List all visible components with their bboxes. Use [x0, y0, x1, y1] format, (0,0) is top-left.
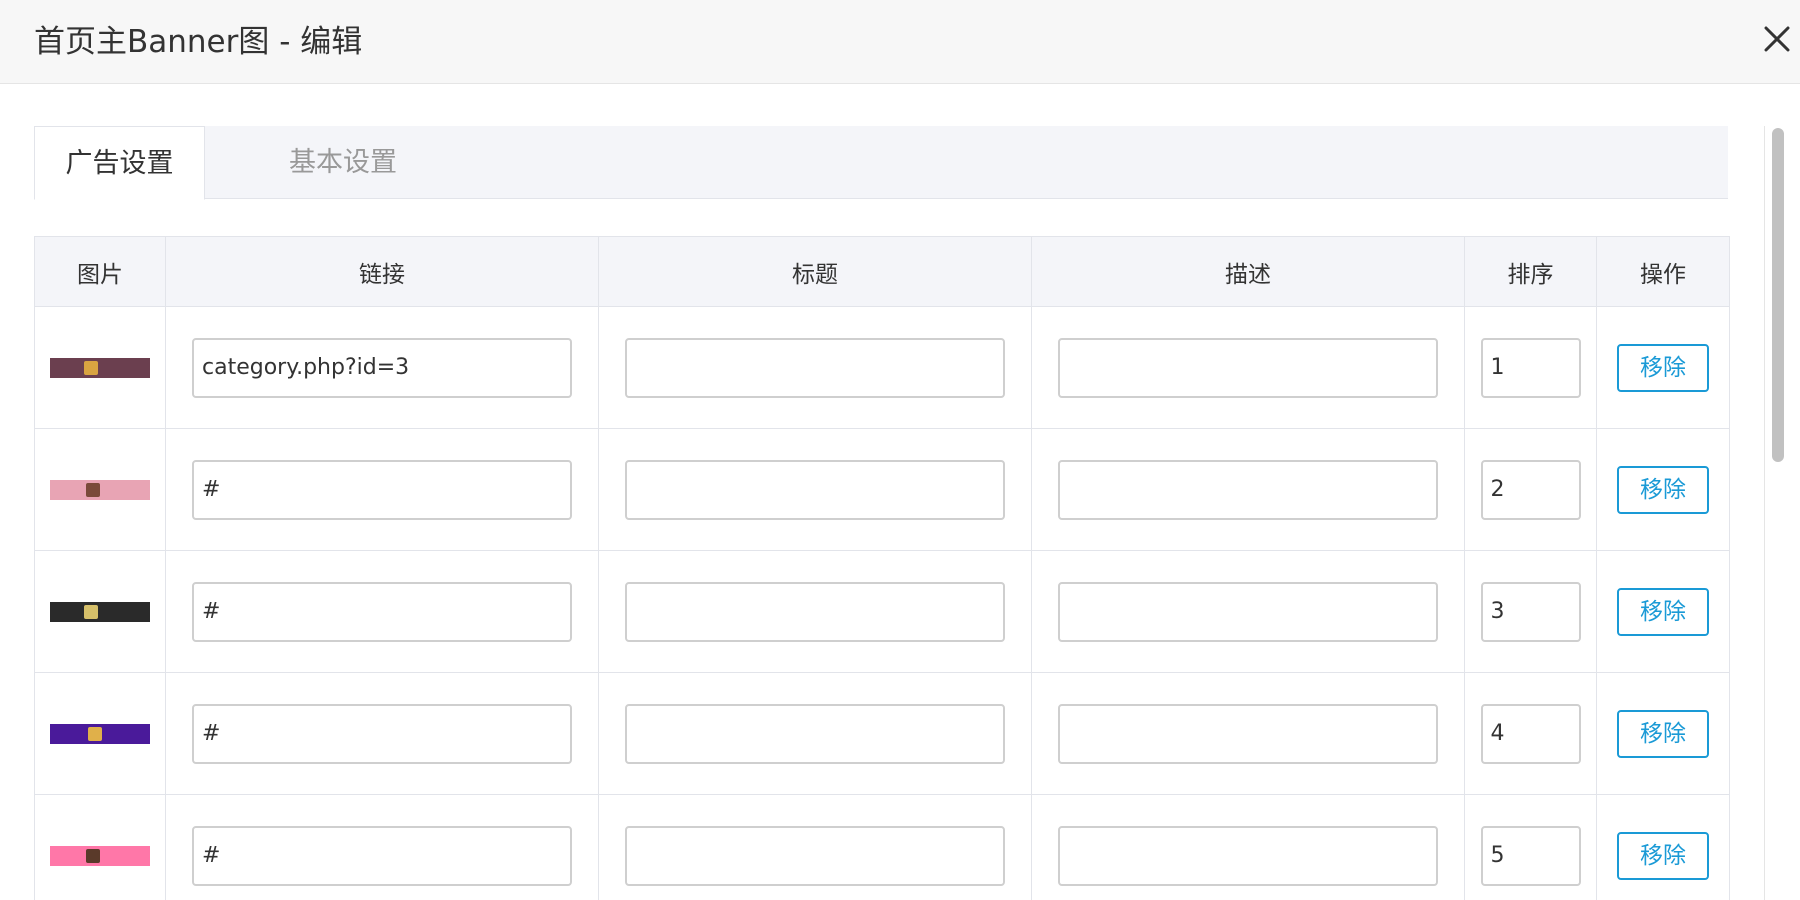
link-input[interactable]	[192, 703, 572, 764]
remove-button[interactable]: 移除	[1617, 709, 1709, 758]
image-cell	[34, 306, 166, 429]
table-row: 移除	[34, 306, 1730, 429]
description-input[interactable]	[1058, 825, 1438, 886]
edit-dialog: 首页主Banner图 - 编辑 广告设置 基本设置 图片 链接 标题 描述 排序…	[0, 0, 1800, 900]
action-cell: 移除	[1596, 550, 1730, 673]
column-header-link: 链接	[165, 236, 599, 307]
table-row: 移除	[34, 794, 1730, 900]
column-header-image: 图片	[34, 236, 166, 307]
sort-input[interactable]	[1480, 703, 1581, 764]
column-header-action: 操作	[1596, 236, 1730, 307]
remove-button[interactable]: 移除	[1617, 587, 1709, 636]
sort-input[interactable]	[1480, 825, 1581, 886]
description-cell	[1031, 428, 1465, 551]
action-cell: 移除	[1596, 794, 1730, 900]
title-input[interactable]	[625, 459, 1005, 520]
title-cell	[598, 550, 1032, 673]
image-cell	[34, 794, 166, 900]
sort-input[interactable]	[1480, 337, 1581, 398]
action-cell: 移除	[1596, 672, 1730, 795]
banner-thumbnail[interactable]	[50, 723, 150, 744]
image-cell	[34, 428, 166, 551]
remove-button[interactable]: 移除	[1617, 465, 1709, 514]
thumbnail-figure	[84, 604, 98, 619]
tab-ad-settings[interactable]: 广告设置	[34, 126, 205, 200]
thumbnail-figure	[88, 726, 102, 741]
title-input[interactable]	[625, 337, 1005, 398]
dialog-body: 广告设置 基本设置 图片 链接 标题 描述 排序 操作 category.php…	[0, 84, 1800, 900]
title-input[interactable]	[625, 825, 1005, 886]
tab-basic-settings[interactable]: 基本设置	[228, 126, 458, 199]
description-input[interactable]	[1058, 703, 1438, 764]
sort-input[interactable]	[1480, 459, 1581, 520]
banner-thumbnail[interactable]	[50, 479, 150, 500]
banner-thumbnail[interactable]	[50, 845, 150, 866]
thumbnail-figure	[86, 482, 100, 497]
table-header-row: 图片 链接 标题 描述 排序 操作	[34, 236, 1730, 307]
action-cell: 移除	[1596, 306, 1730, 429]
column-header-title: 标题	[598, 236, 1032, 307]
dialog-header: 首页主Banner图 - 编辑	[0, 0, 1800, 84]
link-cell	[165, 672, 599, 795]
link-input[interactable]	[192, 459, 572, 520]
title-input[interactable]	[625, 703, 1005, 764]
dialog-title: 首页主Banner图 - 编辑	[34, 24, 363, 60]
sort-cell	[1464, 306, 1597, 429]
action-cell: 移除	[1596, 428, 1730, 551]
table-row: 移除	[34, 672, 1730, 795]
description-input[interactable]	[1058, 337, 1438, 398]
title-cell	[598, 306, 1032, 429]
sort-cell	[1464, 428, 1597, 551]
banner-thumbnail[interactable]	[50, 357, 150, 378]
remove-button[interactable]: 移除	[1617, 831, 1709, 880]
remove-button[interactable]: 移除	[1617, 343, 1709, 392]
description-cell	[1031, 672, 1465, 795]
banner-thumbnail[interactable]	[50, 601, 150, 622]
link-cell	[165, 794, 599, 900]
column-header-sort: 排序	[1464, 236, 1597, 307]
title-cell	[598, 428, 1032, 551]
banner-table: 图片 链接 标题 描述 排序 操作 移除	[34, 236, 1730, 900]
link-cell	[165, 550, 599, 673]
description-cell	[1031, 794, 1465, 900]
table-row: 移除	[34, 428, 1730, 551]
title-input[interactable]	[625, 581, 1005, 642]
image-cell	[34, 550, 166, 673]
sort-input[interactable]	[1480, 581, 1581, 642]
description-cell	[1031, 306, 1465, 429]
thumbnail-figure	[84, 360, 98, 375]
sort-cell	[1464, 672, 1597, 795]
table-row: 移除	[34, 550, 1730, 673]
image-cell	[34, 672, 166, 795]
description-input[interactable]	[1058, 581, 1438, 642]
link-cell	[165, 428, 599, 551]
tab-bar: 广告设置 基本设置	[34, 126, 1728, 200]
column-header-description: 描述	[1031, 236, 1465, 307]
sort-cell	[1464, 550, 1597, 673]
title-cell	[598, 672, 1032, 795]
link-cell	[165, 306, 599, 429]
description-input[interactable]	[1058, 459, 1438, 520]
sort-cell	[1464, 794, 1597, 900]
thumbnail-figure	[86, 848, 100, 863]
title-cell	[598, 794, 1032, 900]
description-cell	[1031, 550, 1465, 673]
close-icon[interactable]	[1762, 24, 1800, 62]
link-input[interactable]	[192, 337, 572, 398]
link-input[interactable]	[192, 825, 572, 886]
scrollbar-thumb[interactable]	[1772, 128, 1784, 462]
link-input[interactable]	[192, 581, 572, 642]
